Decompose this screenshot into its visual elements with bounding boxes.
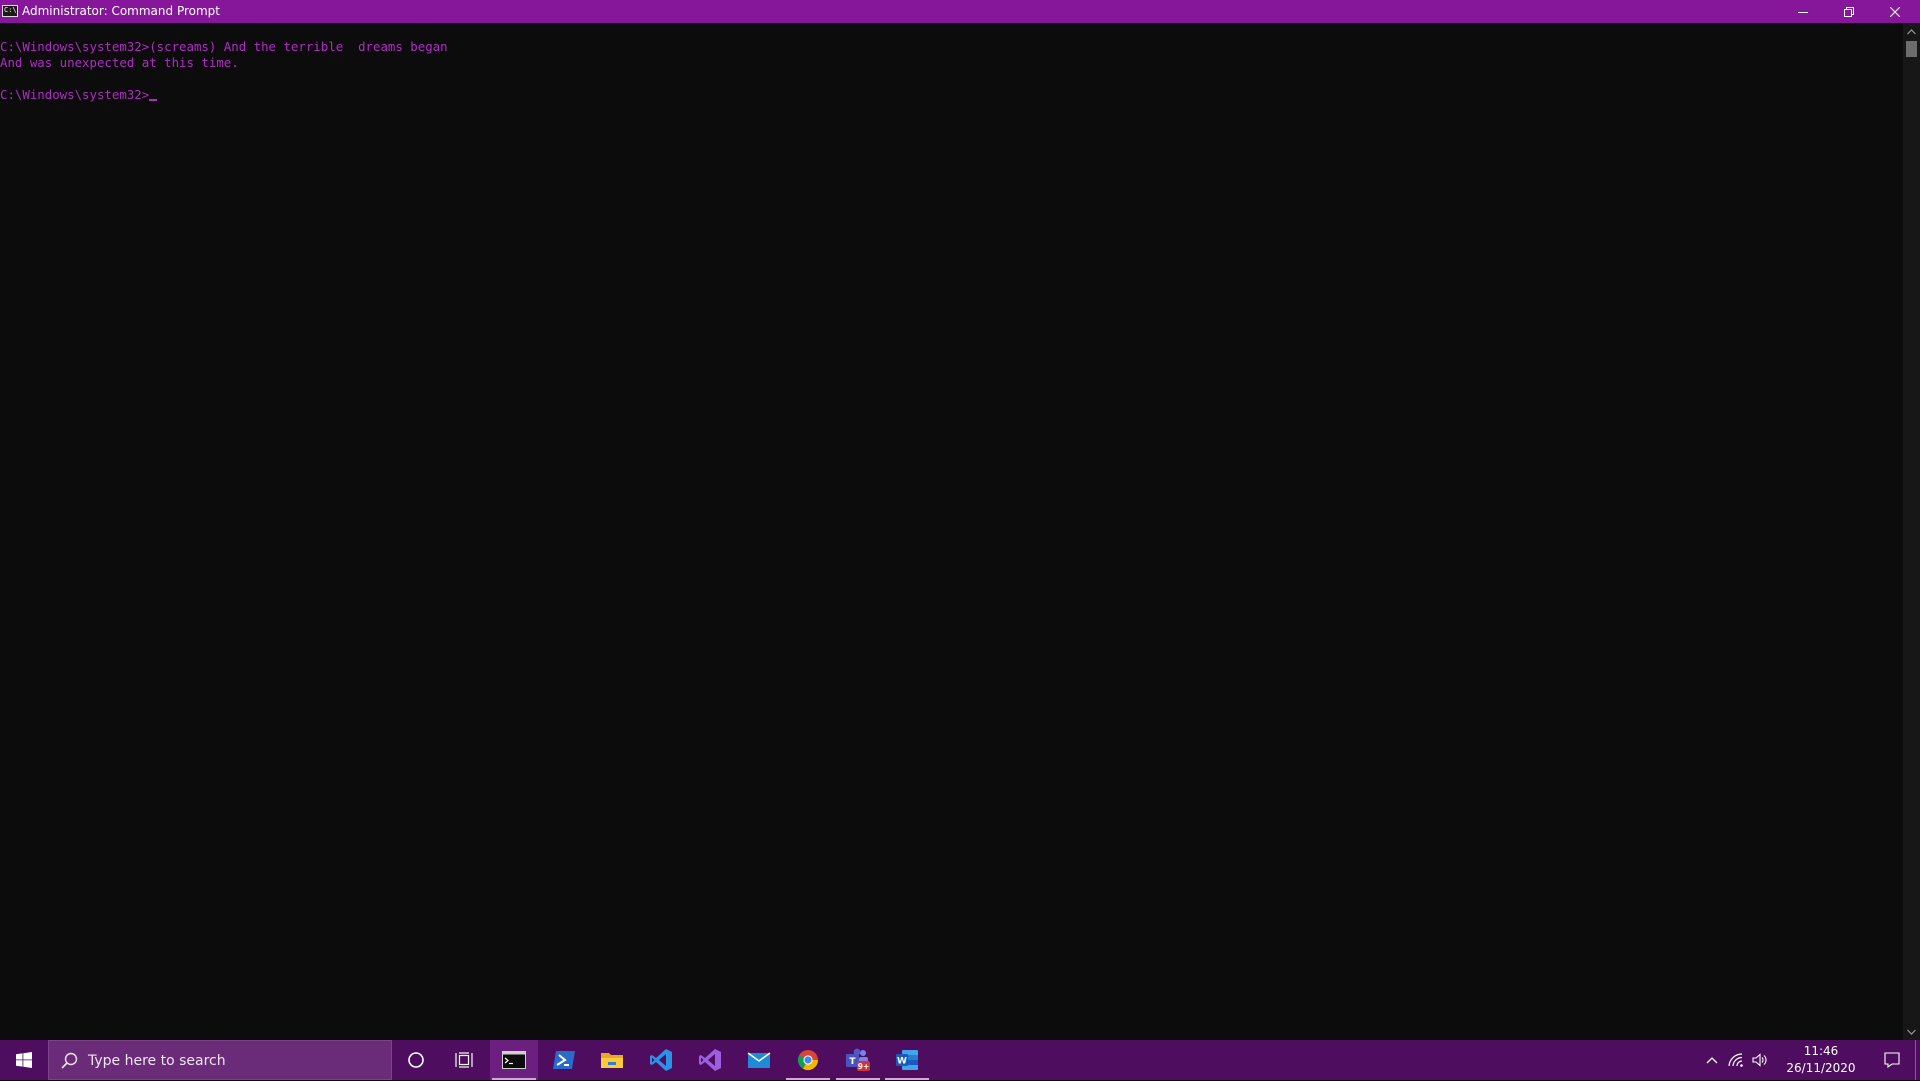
scroll-down-button[interactable] bbox=[1903, 1023, 1920, 1040]
clock-time: 11:46 bbox=[1803, 1044, 1839, 1058]
teams-icon: T 9+ bbox=[846, 1048, 870, 1071]
scrollbar-thumb[interactable] bbox=[1906, 41, 1917, 57]
taskbar-app-chrome[interactable] bbox=[784, 1040, 832, 1080]
vertical-scrollbar[interactable] bbox=[1903, 23, 1920, 1040]
command-prompt-icon bbox=[502, 1051, 526, 1069]
restore-icon bbox=[1844, 6, 1854, 17]
taskbar-app-file-explorer[interactable] bbox=[588, 1040, 636, 1080]
chevron-up-icon bbox=[1706, 1057, 1718, 1064]
word-letter: W bbox=[897, 1057, 907, 1067]
network-button[interactable] bbox=[1724, 1040, 1748, 1080]
taskbar: Type here to search T 9+ W 11:46 26/11/2… bbox=[0, 1040, 1920, 1080]
taskbar-search-box[interactable]: Type here to search bbox=[48, 1040, 392, 1080]
chevron-up-icon bbox=[1907, 28, 1916, 34]
notification-icon bbox=[1884, 1052, 1900, 1068]
console-output[interactable]: C:\Windows\system32>(screams) And the te… bbox=[0, 23, 1903, 1040]
start-button[interactable] bbox=[0, 1040, 48, 1080]
wifi-icon bbox=[1728, 1053, 1743, 1067]
visual-studio-icon bbox=[699, 1049, 721, 1071]
taskbar-app-mail[interactable] bbox=[735, 1040, 783, 1080]
folder-icon bbox=[601, 1053, 623, 1068]
taskbar-app-word[interactable]: W bbox=[883, 1040, 931, 1080]
windows-logo-icon bbox=[16, 1052, 32, 1068]
chevron-down-icon bbox=[1907, 1029, 1916, 1035]
scroll-up-button[interactable] bbox=[1903, 23, 1920, 40]
clock-date: 26/11/2020 bbox=[1786, 1061, 1856, 1075]
restore-button[interactable] bbox=[1826, 0, 1872, 23]
search-placeholder: Type here to search bbox=[88, 1053, 226, 1069]
console-prompt-line[interactable]: C:\Windows\system32> bbox=[0, 87, 1903, 103]
cortana-circle-icon bbox=[408, 1052, 424, 1068]
powershell-icon bbox=[553, 1051, 575, 1069]
show-desktop-button[interactable] bbox=[1915, 1040, 1920, 1080]
mail-icon bbox=[747, 1052, 771, 1068]
close-icon bbox=[1890, 6, 1900, 17]
task-view-button[interactable] bbox=[440, 1040, 488, 1080]
cortana-button[interactable] bbox=[392, 1040, 440, 1080]
text-cursor bbox=[149, 99, 158, 101]
command-prompt-window: C:\_ Administrator: Command Prompt C:\Wi… bbox=[0, 0, 1920, 1040]
taskbar-app-powershell[interactable] bbox=[540, 1040, 588, 1080]
taskbar-app-teams[interactable]: T 9+ bbox=[834, 1040, 882, 1080]
action-center-button[interactable] bbox=[1870, 1040, 1914, 1080]
cmd-app-icon[interactable]: C:\_ bbox=[2, 5, 18, 17]
close-button[interactable] bbox=[1872, 0, 1918, 23]
task-view-icon bbox=[455, 1052, 473, 1068]
vs-code-icon bbox=[650, 1049, 672, 1071]
show-hidden-icons-button[interactable] bbox=[1700, 1040, 1724, 1080]
chrome-icon bbox=[797, 1050, 819, 1071]
window-title: Administrator: Command Prompt bbox=[22, 4, 220, 18]
speaker-icon bbox=[1752, 1053, 1767, 1067]
system-tray: 11:46 26/11/2020 bbox=[1700, 1040, 1920, 1080]
console-prompt: C:\Windows\system32> bbox=[0, 87, 150, 102]
minimize-icon bbox=[1798, 11, 1808, 13]
taskbar-clock[interactable]: 11:46 26/11/2020 bbox=[1774, 1040, 1868, 1080]
word-icon: W bbox=[896, 1050, 918, 1070]
minimize-button[interactable] bbox=[1780, 0, 1826, 23]
teams-letter: T bbox=[849, 1057, 856, 1067]
console-line: C:\Windows\system32>(screams) And the te… bbox=[0, 39, 448, 54]
taskbar-app-command-prompt[interactable] bbox=[490, 1040, 538, 1080]
volume-button[interactable] bbox=[1748, 1040, 1772, 1080]
search-icon bbox=[61, 1052, 78, 1069]
taskbar-app-vs-code[interactable] bbox=[637, 1040, 685, 1080]
console-line: And was unexpected at this time. bbox=[0, 55, 239, 70]
taskbar-app-visual-studio[interactable] bbox=[686, 1040, 734, 1080]
title-bar[interactable]: C:\_ Administrator: Command Prompt bbox=[0, 0, 1920, 23]
teams-notification-badge: 9+ bbox=[858, 1062, 870, 1071]
